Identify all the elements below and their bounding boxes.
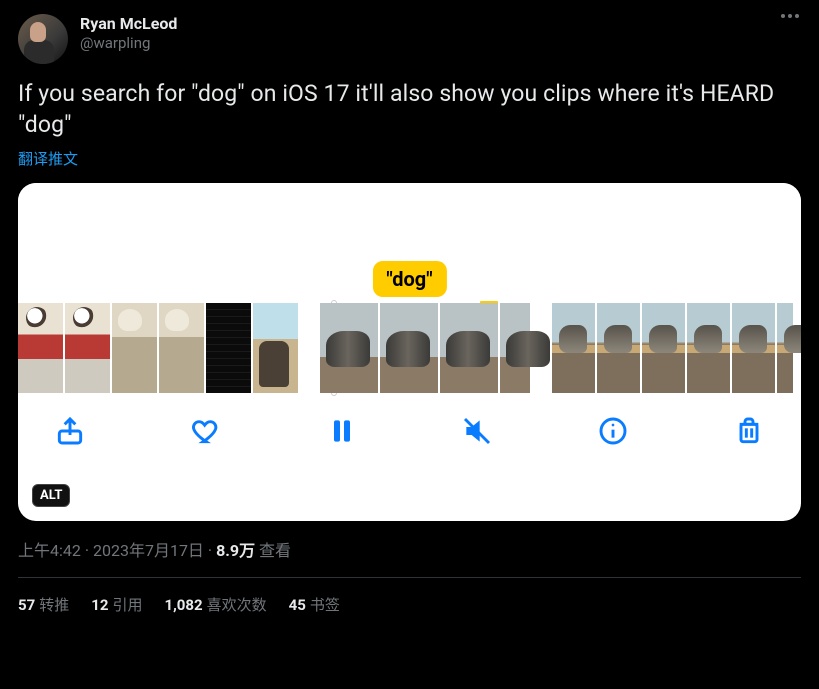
clip-thumbnail[interactable] [552, 303, 595, 393]
pause-icon[interactable] [324, 413, 360, 449]
more-options-button[interactable] [781, 14, 799, 18]
views-count: 8.9万 [216, 541, 255, 560]
tweet-date[interactable]: 2023年7月17日 [93, 541, 204, 560]
stat-bookmarks[interactable]: 45书签 [289, 594, 340, 615]
clip-thumbnail[interactable] [642, 303, 685, 393]
clip-group[interactable] [552, 303, 793, 393]
tweet-header: Ryan McLeod @warpling [18, 14, 801, 64]
mute-icon[interactable] [459, 413, 495, 449]
tweet-text: If you search for "dog" on iOS 17 it'll … [18, 78, 801, 140]
clip-thumbnail[interactable] [65, 303, 110, 393]
video-timeline[interactable] [18, 303, 801, 393]
clip-thumbnail[interactable] [320, 303, 378, 393]
author-display-name[interactable]: Ryan McLeod [80, 14, 177, 34]
stat-retweets[interactable]: 57转推 [18, 594, 69, 615]
author-handle[interactable]: @warpling [80, 34, 177, 53]
tweet-container: Ryan McLeod @warpling If you search for … [0, 0, 819, 615]
author-names: Ryan McLeod @warpling [80, 14, 177, 53]
clip-thumbnail[interactable] [206, 303, 251, 393]
clip-thumbnail[interactable] [112, 303, 157, 393]
clip-group[interactable] [320, 303, 530, 393]
tweet-media[interactable]: "dog" [18, 183, 801, 521]
clip-group[interactable] [18, 303, 298, 393]
divider [18, 577, 801, 578]
clip-thumbnail[interactable] [380, 303, 438, 393]
trash-icon[interactable] [731, 413, 767, 449]
heart-icon[interactable] [188, 413, 224, 449]
tweet-stats: 57转推 12引用 1,082喜欢次数 45书签 [18, 594, 801, 615]
views-label: 查看 [255, 541, 291, 560]
share-icon[interactable] [52, 413, 88, 449]
tweet-meta: 上午4:42 · 2023年7月17日 · 8.9万 查看 [18, 537, 801, 561]
clip-thumbnail[interactable] [777, 303, 793, 393]
clip-thumbnail[interactable] [253, 303, 298, 393]
clip-thumbnail[interactable] [687, 303, 730, 393]
avatar[interactable] [18, 14, 68, 64]
clip-thumbnail[interactable] [18, 303, 63, 393]
alt-badge[interactable]: ALT [32, 484, 70, 507]
clip-thumbnail[interactable] [597, 303, 640, 393]
clip-thumbnail[interactable] [159, 303, 204, 393]
clip-thumbnail[interactable] [500, 303, 530, 393]
info-icon[interactable] [595, 413, 631, 449]
media-top-area: "dog" [18, 183, 801, 303]
clip-thumbnail[interactable] [440, 303, 498, 393]
tweet-time[interactable]: 上午4:42 [18, 541, 81, 560]
stat-likes[interactable]: 1,082喜欢次数 [164, 594, 266, 615]
translate-link[interactable]: 翻译推文 [18, 148, 801, 169]
media-toolbar [18, 393, 801, 475]
clip-thumbnail[interactable] [732, 303, 775, 393]
search-chip: "dog" [372, 261, 446, 297]
stat-quotes[interactable]: 12引用 [91, 594, 142, 615]
